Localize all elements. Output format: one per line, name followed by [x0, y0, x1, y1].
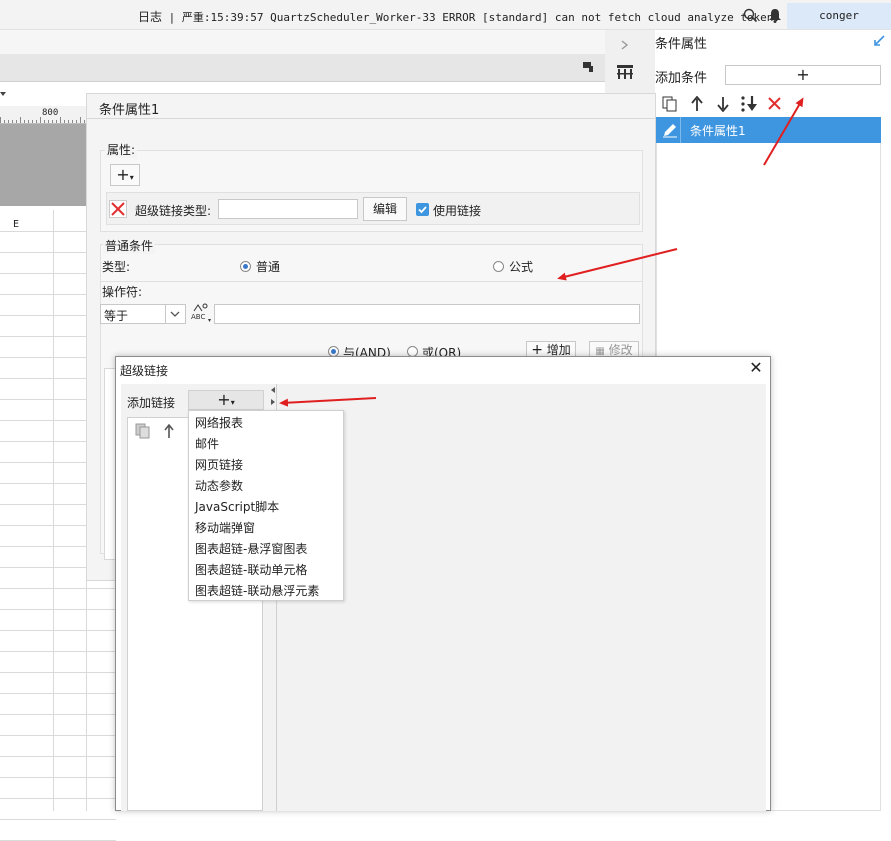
arrow-to-condition-panel — [557, 248, 678, 281]
grid-line — [0, 819, 116, 820]
arrow-to-add-condition — [763, 97, 804, 166]
annotation-arrows — [279, 97, 804, 407]
arrow-to-add-link — [279, 397, 377, 407]
